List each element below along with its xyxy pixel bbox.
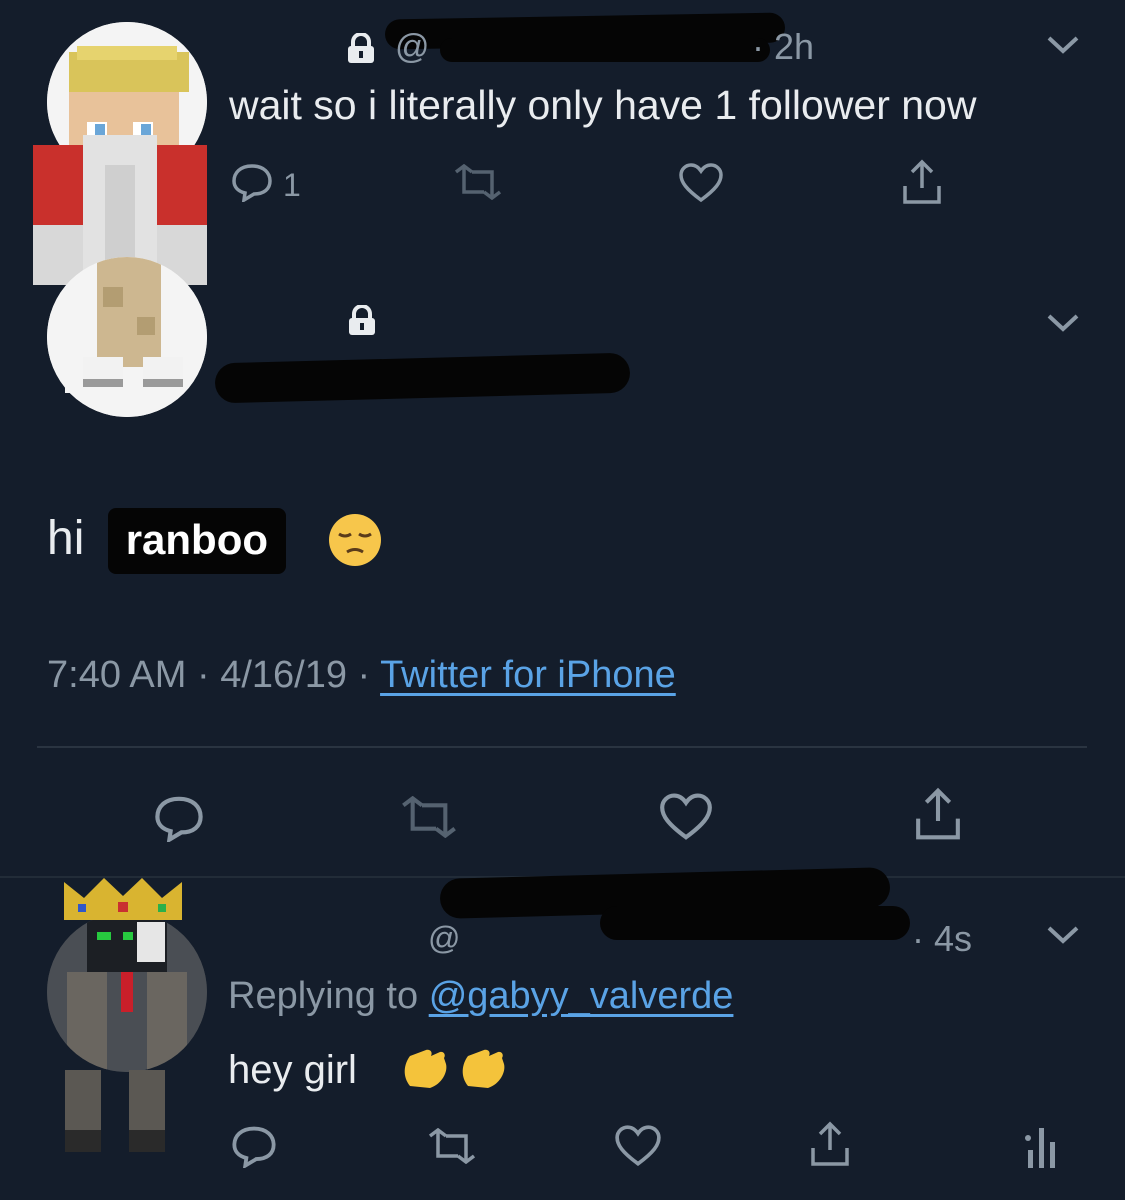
analytics-icon[interactable] [1022,1124,1066,1170]
overlay-label: ranboo [107,508,287,574]
waving-hand-icon [404,1049,447,1088]
tweet-time[interactable]: · 2h [752,26,814,68]
like-icon[interactable] [658,792,714,842]
replying-to: Replying to @gabyy_valverde [228,975,733,1018]
retweet-icon[interactable] [450,164,506,200]
avatar-reply[interactable] [47,912,207,1072]
divider [37,746,1087,748]
redacted-handle [214,352,631,404]
lock-icon [345,33,377,63]
reply-icon[interactable] [230,162,274,202]
waving-hand-icon [462,1049,505,1088]
tweet-timestamp: 7:40 AM · 4/16/19 · [47,654,371,696]
share-icon[interactable] [912,786,964,842]
redacted-handle [440,38,770,62]
minecraft-legs-image [47,257,207,417]
tweet-handle[interactable]: @ [395,28,430,67]
minecraft-suit-body-image [65,1070,165,1152]
tweet-text: hi ranboo [47,508,287,574]
tweet-text-prefix: hi [47,512,85,565]
replying-to-prefix: Replying to [228,975,419,1017]
minecraft-suit-image [47,912,207,1072]
like-icon[interactable] [614,1124,662,1168]
lock-icon [346,305,378,335]
replying-to-link[interactable]: @gabyy_valverde [429,975,734,1017]
pensive-face-icon [329,514,381,566]
chevron-down-icon[interactable] [1046,34,1080,56]
chevron-down-icon[interactable] [1046,312,1080,334]
reply-icon[interactable] [230,1124,278,1168]
crown-icon [64,878,182,920]
share-icon[interactable] [808,1120,852,1168]
reply-count: 1 [283,167,301,203]
avatar-main[interactable] [47,257,207,417]
tweet-handle[interactable]: @ [428,920,460,957]
retweet-icon[interactable] [424,1128,480,1164]
like-icon[interactable] [678,162,724,204]
chevron-down-icon[interactable] [1046,924,1080,946]
tweet-source-link[interactable]: Twitter for iPhone [380,654,676,696]
reply-icon[interactable] [152,794,206,842]
tweet-text: hey girl [228,1048,357,1092]
tweet-meta: 7:40 AM · 4/16/19 · Twitter for iPhone [47,654,676,697]
share-icon[interactable] [900,158,944,206]
retweet-icon[interactable] [396,796,462,838]
redacted-handle [600,906,910,940]
tweet-time[interactable]: · 4s [912,918,972,960]
tweet-text: wait so i literally only have 1 follower… [229,82,977,128]
